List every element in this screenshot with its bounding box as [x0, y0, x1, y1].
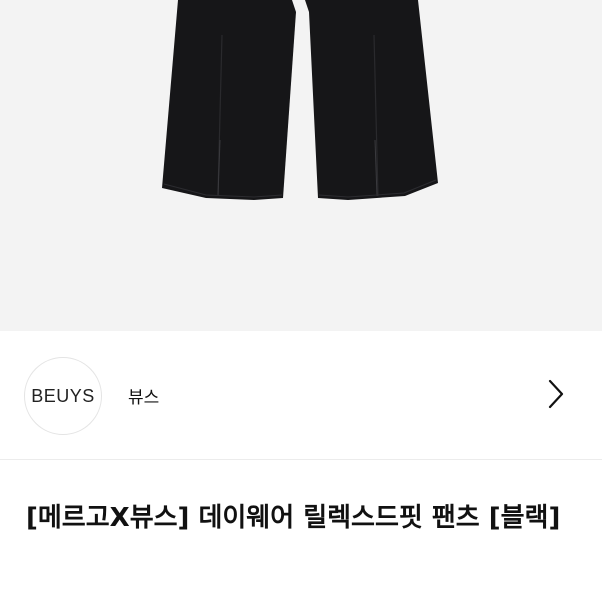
product-title: [메르고X뷰스] 데이웨어 릴렉스드핏 팬츠 [블랙]	[26, 503, 561, 533]
brand-link-button[interactable]	[538, 376, 574, 412]
chevron-right-icon	[548, 379, 564, 409]
product-image[interactable]	[0, 0, 602, 331]
brand-logo[interactable]: BEUYS	[24, 357, 102, 435]
pants-illustration	[162, 0, 438, 200]
brand-name[interactable]: 뷰스	[128, 383, 159, 408]
brand-logo-text: BEUYS	[31, 385, 95, 406]
brand-row[interactable]: BEUYS 뷰스	[0, 331, 602, 460]
